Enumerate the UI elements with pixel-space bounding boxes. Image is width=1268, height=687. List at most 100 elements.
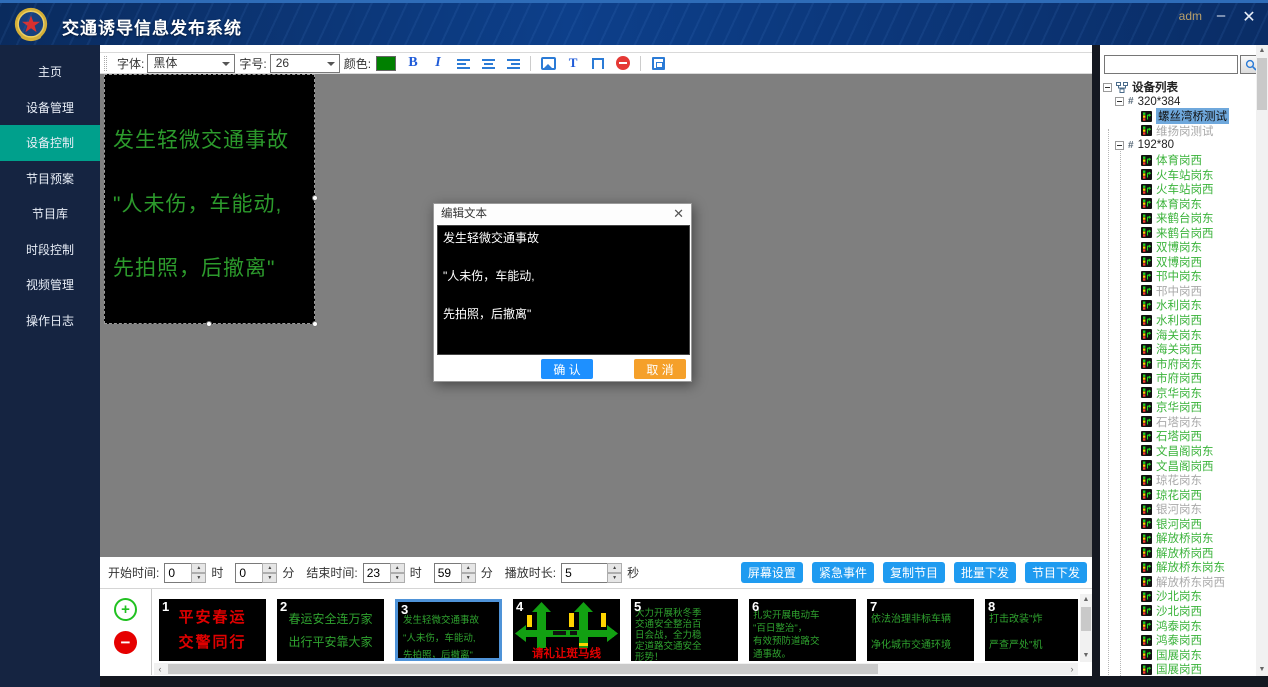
- sidebar-item[interactable]: 节目预案: [0, 161, 100, 197]
- playlist-item[interactable]: 7 依法治理非标车辆 净化城市交通环境: [867, 599, 974, 661]
- scroll-down-icon[interactable]: ▼: [1080, 650, 1092, 662]
- tree-node[interactable]: 解放桥岗东: [1100, 531, 1256, 546]
- action-button[interactable]: 批量下发: [954, 562, 1016, 583]
- scrollbar-thumb[interactable]: [168, 664, 878, 674]
- step-down-icon[interactable]: ▼: [461, 573, 476, 583]
- playlist-item[interactable]: 1 平安春运 交警同行: [159, 599, 266, 661]
- playlist-item[interactable]: 5 大力开展秋冬季 交通安全整治百 日会战，全力稳 定道路交通安全 形势！: [631, 599, 738, 661]
- confirm-button[interactable]: 确 认: [541, 359, 593, 379]
- align-center-icon[interactable]: [480, 55, 496, 71]
- scroll-left-icon[interactable]: ‹: [154, 663, 166, 675]
- action-button[interactable]: 节目下发: [1025, 562, 1087, 583]
- scroll-down-icon[interactable]: ▼: [1256, 664, 1268, 676]
- sidebar-item[interactable]: 操作日志: [0, 303, 100, 339]
- tree-node[interactable]: 螺丝湾桥测试: [1100, 109, 1256, 124]
- step-up-icon[interactable]: ▲: [262, 563, 277, 573]
- insert-sign-icon[interactable]: [590, 55, 606, 71]
- cancel-button[interactable]: 取 消: [634, 359, 686, 379]
- end-minute-stepper[interactable]: ▲▼: [434, 563, 476, 583]
- tree-node[interactable]: 体育岗西: [1100, 153, 1256, 168]
- resize-handle[interactable]: [312, 321, 318, 327]
- remove-frame-button[interactable]: −: [114, 631, 137, 654]
- font-size-select[interactable]: 26: [270, 54, 340, 73]
- tree-scrollbar[interactable]: ▲ ▼: [1256, 45, 1268, 676]
- tree-node[interactable]: 来鹤台岗西: [1100, 225, 1256, 240]
- tree-node[interactable]: 石塔岗东: [1100, 415, 1256, 430]
- start-minute-input[interactable]: [235, 563, 262, 583]
- step-down-icon[interactable]: ▼: [262, 573, 277, 583]
- start-hour-stepper[interactable]: ▲▼: [164, 563, 206, 583]
- collapse-toggle-icon[interactable]: [1115, 97, 1124, 106]
- collapse-toggle-icon[interactable]: [1115, 141, 1124, 150]
- playlist-item[interactable]: 2 春运安全连万家 出行平安靠大家: [277, 599, 384, 661]
- tree-node[interactable]: 火车站岗东: [1100, 167, 1256, 182]
- playlist-vertical-scrollbar[interactable]: ▲ ▼: [1080, 594, 1092, 662]
- tree-node[interactable]: 水利岗西: [1100, 313, 1256, 328]
- tree-node[interactable]: 石塔岗西: [1100, 429, 1256, 444]
- tree-node[interactable]: 双博岗西: [1100, 255, 1256, 270]
- tree-node[interactable]: 鸿泰岗西: [1100, 633, 1256, 648]
- tree-node[interactable]: 文昌阁岗东: [1100, 444, 1256, 459]
- end-hour-input[interactable]: [363, 563, 390, 583]
- tree-node[interactable]: 192*80: [1100, 138, 1256, 153]
- insert-text-icon[interactable]: T: [565, 55, 581, 71]
- add-frame-button[interactable]: +: [114, 598, 137, 621]
- scroll-up-icon[interactable]: ▲: [1080, 594, 1092, 606]
- playlist-item[interactable]: 3 发生轻微交通事故 "人未伤，车能动, 先拍照，后撤离": [395, 599, 502, 661]
- tree-node[interactable]: 鸿泰岗东: [1100, 618, 1256, 633]
- tree-node[interactable]: 市府岗西: [1100, 371, 1256, 386]
- end-minute-input[interactable]: [434, 563, 461, 583]
- end-hour-stepper[interactable]: ▲▼: [363, 563, 405, 583]
- edit-textarea[interactable]: 发生轻微交通事故 "人未伤，车能动, 先拍照，后撤离": [437, 225, 690, 355]
- step-down-icon[interactable]: ▼: [191, 573, 206, 583]
- collapse-toggle-icon[interactable]: [1103, 83, 1112, 92]
- action-button[interactable]: 紧急事件: [812, 562, 874, 583]
- align-left-icon[interactable]: [455, 55, 471, 71]
- step-up-icon[interactable]: ▲: [607, 563, 622, 573]
- playlist-item[interactable]: 8 打击改装"炸 严查严处"机: [985, 599, 1078, 661]
- tree-root[interactable]: 设备列表: [1100, 80, 1256, 95]
- sidebar-item[interactable]: 节目库: [0, 196, 100, 232]
- duration-input[interactable]: [561, 563, 607, 583]
- sidebar-item[interactable]: 设备管理: [0, 90, 100, 126]
- stop-icon[interactable]: [615, 55, 631, 71]
- tree-node[interactable]: 国展岗东: [1100, 647, 1256, 662]
- step-down-icon[interactable]: ▼: [390, 573, 405, 583]
- playlist-horizontal-scrollbar[interactable]: ‹ ›: [154, 663, 1078, 675]
- bold-icon[interactable]: B: [405, 55, 421, 71]
- sidebar-item[interactable]: 视频管理: [0, 267, 100, 303]
- tree-node[interactable]: 双博岗东: [1100, 240, 1256, 255]
- step-up-icon[interactable]: ▲: [390, 563, 405, 573]
- led-preview-text[interactable]: 发生轻微交通事故 "人未伤，车能动, 先拍照，后撤离": [105, 75, 314, 323]
- tree-node[interactable]: 银河岗西: [1100, 516, 1256, 531]
- step-down-icon[interactable]: ▼: [607, 573, 622, 583]
- font-select[interactable]: 黑体: [147, 54, 235, 73]
- tree-node[interactable]: 体育岗东: [1100, 196, 1256, 211]
- tree-node[interactable]: 海关岗东: [1100, 327, 1256, 342]
- action-button[interactable]: 屏幕设置: [741, 562, 803, 583]
- tree-node[interactable]: 火车站岗西: [1100, 182, 1256, 197]
- duration-stepper[interactable]: ▲▼: [561, 563, 622, 583]
- close-icon[interactable]: ✕: [1238, 7, 1260, 27]
- sidebar-item[interactable]: 时段控制: [0, 232, 100, 268]
- step-up-icon[interactable]: ▲: [461, 563, 476, 573]
- tree-node[interactable]: 沙北岗西: [1100, 604, 1256, 619]
- tree-node[interactable]: 解放桥岗西: [1100, 546, 1256, 561]
- scrollbar-thumb[interactable]: [1081, 607, 1091, 631]
- tree-node[interactable]: 琼花岗东: [1100, 473, 1256, 488]
- tree-node[interactable]: 琼花岗西: [1100, 487, 1256, 502]
- led-preview[interactable]: 发生轻微交通事故 "人未伤，车能动, 先拍照，后撤离": [104, 74, 315, 324]
- tree-node[interactable]: 国展岗西: [1100, 662, 1256, 676]
- tree-node[interactable]: 来鹤台岗东: [1100, 211, 1256, 226]
- step-up-icon[interactable]: ▲: [191, 563, 206, 573]
- italic-icon[interactable]: I: [430, 55, 446, 71]
- tree-node[interactable]: 沙北岗东: [1100, 589, 1256, 604]
- start-minute-stepper[interactable]: ▲▼: [235, 563, 277, 583]
- tree-node[interactable]: 海关岗西: [1100, 342, 1256, 357]
- tree-node[interactable]: 市府岗东: [1100, 356, 1256, 371]
- tree-node[interactable]: 文昌阁岗西: [1100, 458, 1256, 473]
- scrollbar-thumb[interactable]: [1257, 58, 1267, 110]
- sidebar-item[interactable]: 设备控制: [0, 125, 100, 161]
- tree-node[interactable]: 解放桥东岗东: [1100, 560, 1256, 575]
- resize-handle[interactable]: [312, 195, 318, 201]
